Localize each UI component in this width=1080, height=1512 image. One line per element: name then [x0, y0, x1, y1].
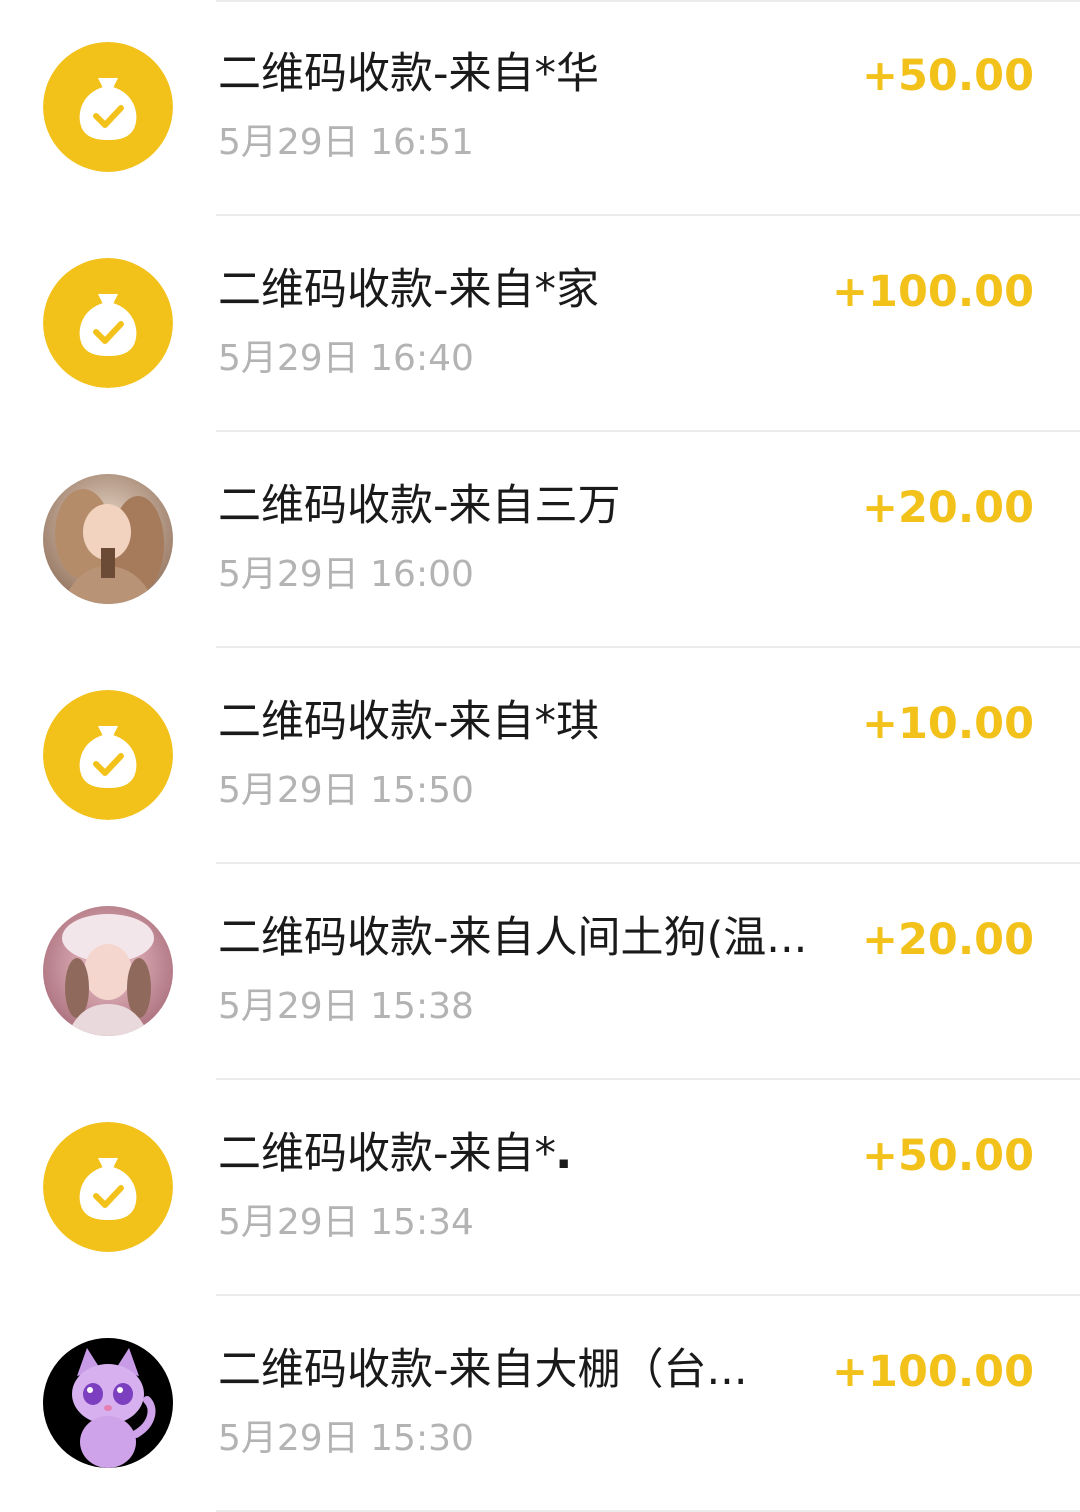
transaction-amount: +50.00: [861, 51, 1034, 101]
transaction-title: 二维码收款-来自人间土狗(温...: [218, 913, 808, 963]
transaction-time: 5月29日 15:30: [218, 1418, 474, 1459]
transaction-row[interactable]: 二维码收款-来自*家 5月29日 16:40 +100.00: [0, 216, 1080, 432]
user-photo-avatar: [43, 474, 173, 604]
money-bag-icon: [43, 42, 173, 172]
transaction-amount: +50.00: [861, 1131, 1034, 1181]
transaction-time: 5月29日 15:38: [218, 986, 474, 1027]
transaction-title: 二维码收款-来自三万: [218, 481, 621, 531]
cartoon-cat-avatar: [43, 1338, 173, 1468]
transaction-time: 5月29日 16:40: [218, 338, 474, 379]
transaction-title: 二维码收款-来自*家: [218, 265, 600, 315]
transaction-amount: +20.00: [861, 483, 1034, 533]
transaction-title: 二维码收款-来自*𝅇: [218, 1129, 570, 1179]
user-photo-avatar: [43, 906, 173, 1036]
transaction-title: 二维码收款-来自大棚（台...: [218, 1345, 748, 1395]
transaction-title: 二维码收款-来自*琪: [218, 697, 600, 747]
transaction-title: 二维码收款-来自*华: [218, 49, 600, 99]
transaction-time: 5月29日 15:50: [218, 770, 474, 811]
transaction-amount: +100.00: [832, 267, 1034, 317]
transaction-amount: +100.00: [832, 1347, 1034, 1397]
transaction-row[interactable]: 二维码收款-来自三万 5月29日 16:00 +20.00: [0, 432, 1080, 648]
transaction-time: 5月29日 16:51: [218, 122, 474, 163]
transaction-row[interactable]: 二维码收款-来自*华 5月29日 16:51 +50.00: [0, 0, 1080, 216]
transaction-time: 5月29日 15:34: [218, 1202, 474, 1243]
money-bag-icon: [43, 1122, 173, 1252]
transaction-row[interactable]: 二维码收款-来自*𝅇 5月29日 15:34 +50.00: [0, 1080, 1080, 1296]
transaction-time: 5月29日 16:00: [218, 554, 474, 595]
money-bag-icon: [43, 258, 173, 388]
money-bag-icon: [43, 690, 173, 820]
transaction-row[interactable]: 二维码收款-来自*琪 5月29日 15:50 +10.00: [0, 648, 1080, 864]
transaction-amount: +10.00: [861, 699, 1034, 749]
transaction-amount: +20.00: [861, 915, 1034, 965]
transaction-row[interactable]: 二维码收款-来自大棚（台... 5月29日 15:30 +100.00: [0, 1296, 1080, 1512]
transaction-row[interactable]: 二维码收款-来自人间土狗(温... 5月29日 15:38 +20.00: [0, 864, 1080, 1080]
